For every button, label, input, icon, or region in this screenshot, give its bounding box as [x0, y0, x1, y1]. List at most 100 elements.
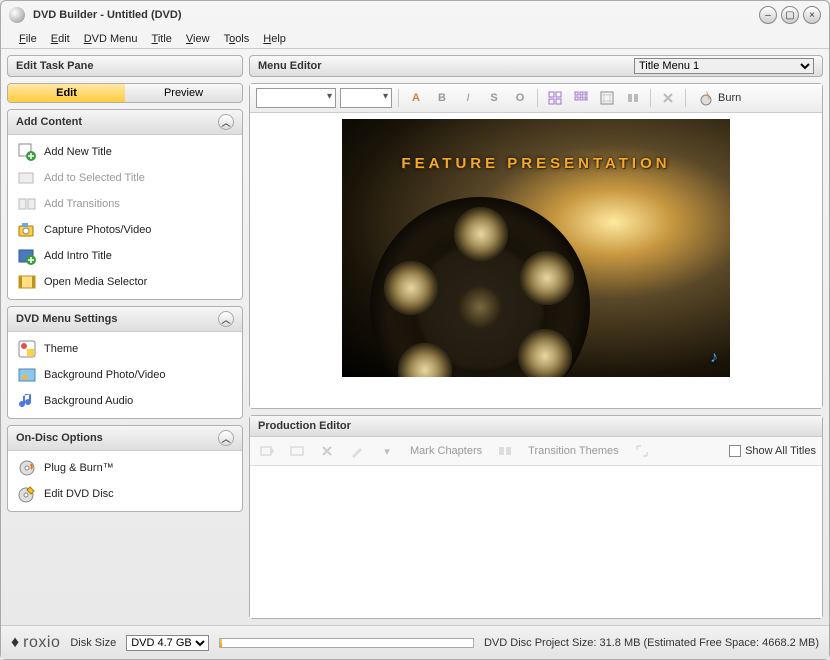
- delete-clip-icon[interactable]: [316, 441, 338, 461]
- item-label: Background Audio: [44, 395, 133, 407]
- section-head-on-disc[interactable]: On-Disc Options ︿: [8, 426, 242, 451]
- transition-themes-label[interactable]: Transition Themes: [524, 445, 622, 457]
- window-controls: – ▢ ×: [759, 6, 821, 24]
- minimize-button[interactable]: –: [759, 6, 777, 24]
- item-label: Open Media Selector: [44, 276, 147, 288]
- grid-small-icon[interactable]: [544, 88, 566, 108]
- title-menu-select[interactable]: Title Menu 1: [634, 58, 814, 74]
- production-timeline[interactable]: [250, 466, 822, 618]
- right-area: Menu Editor Title Menu 1 A B I S O: [249, 55, 823, 619]
- menu-file[interactable]: File: [13, 31, 43, 47]
- section-on-disc: On-Disc Options ︿ Plug & Burn™ Edit DVD …: [7, 425, 243, 512]
- item-label: Add Transitions: [44, 198, 120, 210]
- show-all-titles-checkbox[interactable]: Show All Titles: [729, 445, 816, 457]
- burn-label: Burn: [718, 92, 741, 104]
- disk-size-select[interactable]: DVD 4.7 GB: [126, 635, 209, 651]
- item-add-intro-title[interactable]: Add Intro Title: [8, 243, 242, 269]
- intro-title-icon: [18, 247, 36, 265]
- menu-title[interactable]: Title: [146, 31, 178, 47]
- chapter-dropdown-icon[interactable]: ▾: [376, 441, 398, 461]
- preview-area: FEATURE PRESENTATION ♪: [250, 113, 822, 408]
- grid-large-icon[interactable]: [570, 88, 592, 108]
- add-selected-icon: [18, 169, 36, 187]
- close-button[interactable]: ×: [803, 6, 821, 24]
- wizard-icon[interactable]: [346, 441, 368, 461]
- disk-usage-fill: [220, 639, 222, 647]
- font-family-combo[interactable]: [256, 88, 336, 108]
- item-plug-and-burn[interactable]: Plug & Burn™: [8, 455, 242, 481]
- item-background-photo[interactable]: Background Photo/Video: [8, 362, 242, 388]
- item-open-media-selector[interactable]: Open Media Selector: [8, 269, 242, 295]
- camera-icon: [18, 221, 36, 239]
- bold-button[interactable]: B: [431, 88, 453, 108]
- feature-presentation-text: FEATURE PRESENTATION: [342, 155, 730, 172]
- burn-button[interactable]: Burn: [692, 88, 747, 108]
- title-menu-dropdown[interactable]: Title Menu 1: [634, 58, 814, 74]
- collapse-icon[interactable]: ︿: [218, 114, 234, 130]
- production-editor: Production Editor ▾ Mark Chapters Transi…: [249, 415, 823, 619]
- item-add-to-selected-title: Add to Selected Title: [8, 165, 242, 191]
- font-color-button[interactable]: A: [405, 88, 427, 108]
- item-edit-dvd-disc[interactable]: Edit DVD Disc: [8, 481, 242, 507]
- menu-dvdmenu[interactable]: DVD Menu: [78, 31, 144, 47]
- align-icon[interactable]: [622, 88, 644, 108]
- menubar: File Edit DVD Menu Title View Tools Help: [1, 29, 829, 49]
- maximize-button[interactable]: ▢: [781, 6, 799, 24]
- mark-chapters-label[interactable]: Mark Chapters: [406, 445, 486, 457]
- production-editor-header: Production Editor: [250, 416, 822, 437]
- checkbox-icon[interactable]: [729, 445, 741, 457]
- menu-editor-toolbar: A B I S O Burn: [250, 84, 822, 113]
- effect-icon[interactable]: [286, 441, 308, 461]
- outline-button[interactable]: O: [509, 88, 531, 108]
- background-photo-icon: [18, 366, 36, 384]
- app-window: DVD Builder - Untitled (DVD) – ▢ × File …: [0, 0, 830, 660]
- burn-icon: [698, 90, 714, 106]
- flame-icon: ♦: [11, 634, 19, 652]
- titlebar: DVD Builder - Untitled (DVD) – ▢ ×: [1, 1, 829, 29]
- transition-theme-icon[interactable]: [494, 441, 516, 461]
- menu-tools[interactable]: Tools: [218, 31, 256, 47]
- italic-button[interactable]: I: [457, 88, 479, 108]
- item-add-new-title[interactable]: Add New Title: [8, 139, 242, 165]
- menu-preview[interactable]: FEATURE PRESENTATION ♪: [342, 119, 730, 377]
- add-clip-icon[interactable]: [256, 441, 278, 461]
- item-add-transitions: Add Transitions: [8, 191, 242, 217]
- disk-size-label: Disk Size: [70, 637, 116, 649]
- separator: [685, 89, 686, 107]
- safe-area-icon[interactable]: [596, 88, 618, 108]
- item-theme[interactable]: Theme: [8, 336, 242, 362]
- add-title-icon: [18, 143, 36, 161]
- menu-view[interactable]: View: [180, 31, 216, 47]
- collapse-icon[interactable]: ︿: [218, 311, 234, 327]
- window-title: DVD Builder - Untitled (DVD): [33, 9, 182, 21]
- section-add-content: Add Content ︿ Add New Title Add to Selec…: [7, 109, 243, 300]
- item-label: Add New Title: [44, 146, 112, 158]
- section-head-dvd-menu[interactable]: DVD Menu Settings ︿: [8, 307, 242, 332]
- font-size-combo[interactable]: [340, 88, 392, 108]
- delete-icon[interactable]: [657, 88, 679, 108]
- item-background-audio[interactable]: Background Audio: [8, 388, 242, 414]
- tab-preview[interactable]: Preview: [125, 84, 242, 102]
- section-title: Add Content: [16, 116, 82, 128]
- collapse-icon[interactable]: ︿: [218, 430, 234, 446]
- item-capture[interactable]: Capture Photos/Video: [8, 217, 242, 243]
- theme-icon: [18, 340, 36, 358]
- task-pane: Edit Task Pane Edit Preview Add Content …: [7, 55, 243, 619]
- disk-usage-bar: [219, 638, 474, 648]
- play-indicator-icon: ♪: [710, 349, 718, 367]
- tab-edit[interactable]: Edit: [8, 84, 125, 102]
- section-head-add-content[interactable]: Add Content ︿: [8, 110, 242, 135]
- separator: [650, 89, 651, 107]
- item-label: Add Intro Title: [44, 250, 112, 262]
- plug-burn-icon: [18, 459, 36, 477]
- project-size-text: DVD Disc Project Size: 31.8 MB (Estimate…: [484, 637, 819, 649]
- menu-help[interactable]: Help: [257, 31, 292, 47]
- item-label: Theme: [44, 343, 78, 355]
- item-label: Edit DVD Disc: [44, 488, 114, 500]
- expand-icon[interactable]: [631, 441, 653, 461]
- menu-editor: A B I S O Burn: [249, 83, 823, 409]
- media-selector-icon: [18, 273, 36, 291]
- shadow-button[interactable]: S: [483, 88, 505, 108]
- section-title: On-Disc Options: [16, 432, 103, 444]
- menu-edit[interactable]: Edit: [45, 31, 76, 47]
